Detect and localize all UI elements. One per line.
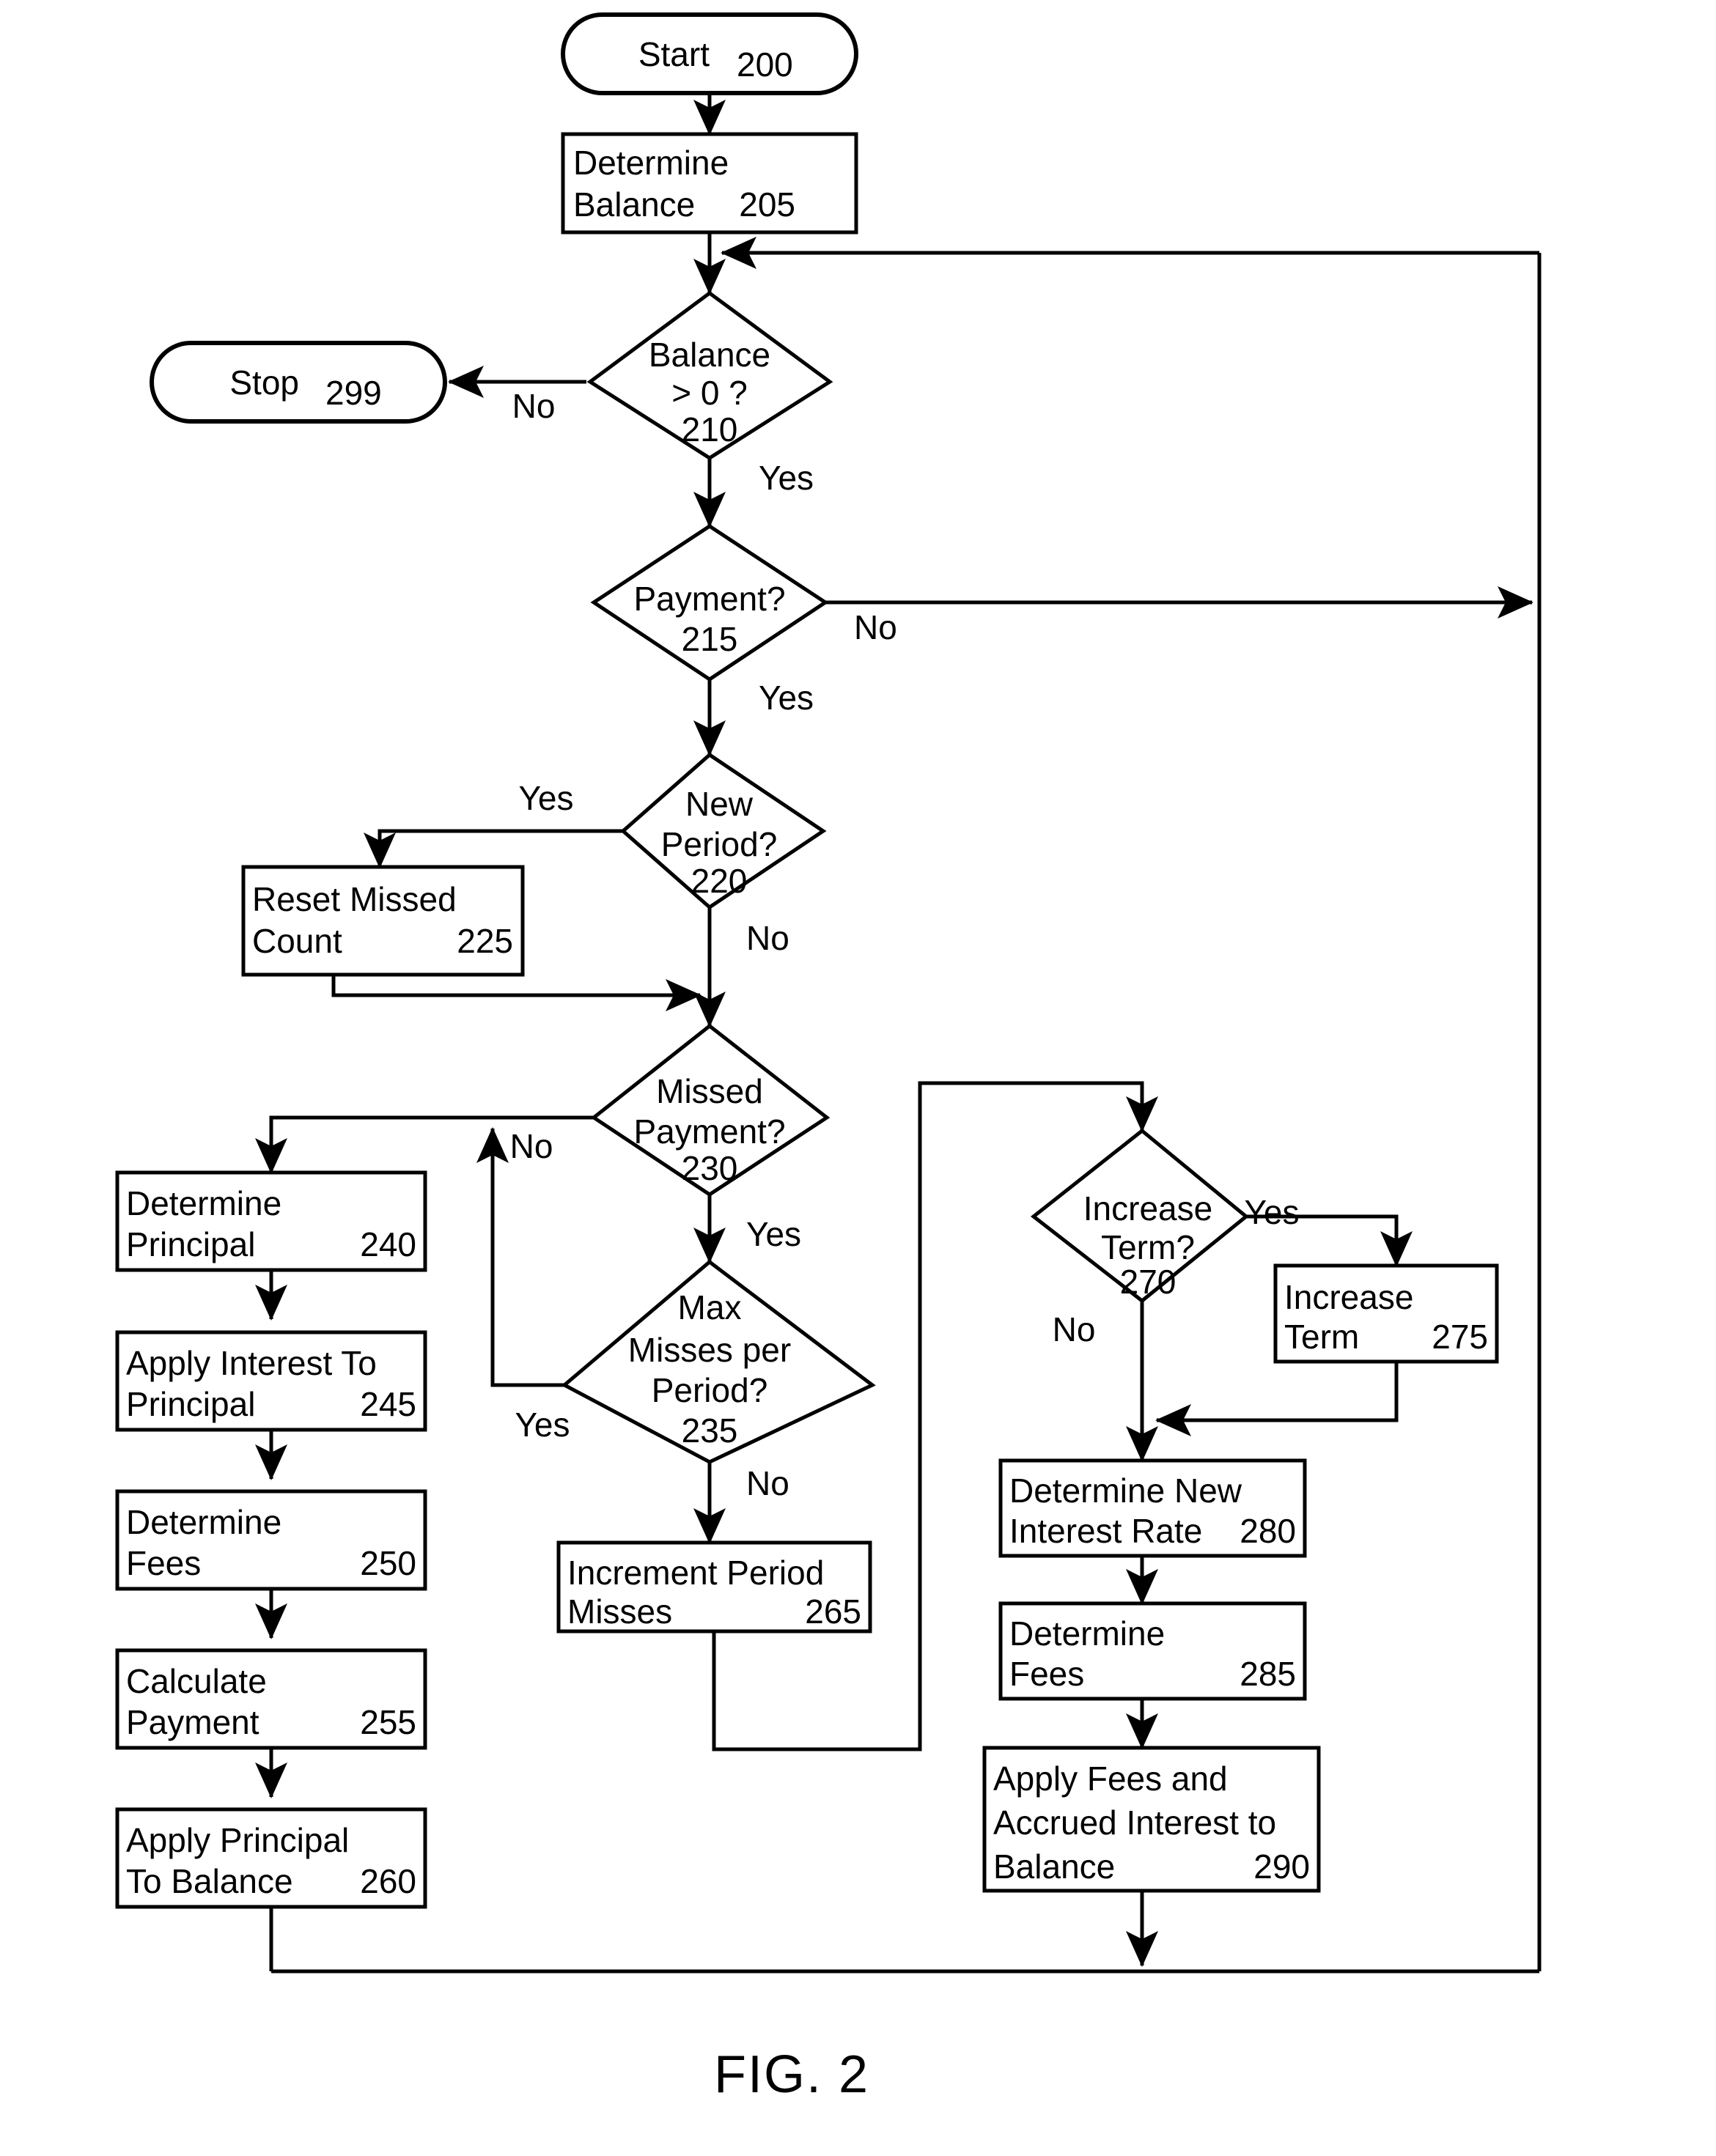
increment-period-misses-line2: Misses bbox=[567, 1592, 672, 1631]
node-determine-new-rate: Determine New Interest Rate 280 bbox=[998, 1458, 1307, 1558]
increase-term-line1: Increase bbox=[1284, 1278, 1413, 1316]
apply-fees-line2: Accrued Interest to bbox=[993, 1804, 1276, 1842]
increment-period-misses-ref: 265 bbox=[805, 1592, 861, 1631]
missed-payment-ref: 230 bbox=[682, 1149, 738, 1187]
max-misses-line3: Period? bbox=[652, 1371, 768, 1409]
node-balance-gt-zero: Balance > 0 ? 210 bbox=[586, 290, 833, 460]
determine-fees-250-line1: Determine bbox=[126, 1503, 281, 1541]
determine-new-rate-line1: Determine New bbox=[1009, 1472, 1242, 1510]
node-missed-payment: Missed Payment? 230 bbox=[590, 1023, 831, 1197]
connector-layer bbox=[255, 93, 1542, 1974]
increase-term-q-ref: 270 bbox=[1120, 1263, 1176, 1301]
new-period-line2: Period? bbox=[661, 825, 778, 863]
max-misses-line2: Misses per bbox=[628, 1331, 791, 1369]
node-increment-period-misses: Increment Period Misses 265 bbox=[556, 1540, 872, 1633]
payment-decision-line1: Payment? bbox=[633, 580, 785, 618]
label-220-no: No bbox=[746, 919, 789, 957]
node-new-period: New Period? 220 bbox=[620, 752, 827, 910]
reset-missed-count-ref: 225 bbox=[457, 922, 513, 960]
label-210-yes: Yes bbox=[759, 459, 814, 497]
apply-principal-line1: Apply Principal bbox=[126, 1821, 349, 1859]
label-230-no: No bbox=[510, 1127, 553, 1165]
stop-label: Stop bbox=[229, 363, 299, 402]
missed-payment-line1: Missed bbox=[656, 1072, 763, 1110]
label-215-no: No bbox=[854, 608, 897, 646]
stop-ref: 299 bbox=[325, 374, 382, 412]
balance-decision-line2: > 0 ? bbox=[671, 374, 748, 412]
label-215-yes: Yes bbox=[759, 679, 814, 717]
calculate-payment-line1: Calculate bbox=[126, 1662, 267, 1700]
node-determine-fees-285: Determine Fees 285 bbox=[998, 1601, 1307, 1701]
new-period-line1: New bbox=[685, 785, 754, 823]
figure-label: FIG. 2 bbox=[714, 2045, 869, 2104]
edge-275-merge bbox=[1155, 1362, 1399, 1436]
balance-decision-line1: Balance bbox=[649, 336, 770, 374]
apply-fees-line1: Apply Fees and bbox=[993, 1760, 1228, 1798]
calculate-payment-line2: Payment bbox=[126, 1703, 259, 1741]
start-ref: 200 bbox=[737, 45, 793, 84]
increase-term-ref: 275 bbox=[1432, 1318, 1488, 1356]
node-determine-principal: Determine Principal 240 bbox=[115, 1170, 427, 1272]
apply-interest-line2: Principal bbox=[126, 1385, 255, 1423]
determine-new-rate-line2: Interest Rate bbox=[1009, 1512, 1202, 1550]
determine-fees-250-ref: 250 bbox=[360, 1544, 416, 1582]
apply-fees-line3: Balance bbox=[993, 1847, 1115, 1886]
reset-missed-count-line1: Reset Missed bbox=[252, 880, 457, 918]
label-270-no: No bbox=[1053, 1310, 1096, 1348]
node-apply-principal: Apply Principal To Balance 260 bbox=[115, 1807, 427, 1909]
label-220-yes: Yes bbox=[518, 779, 573, 817]
start-terminator-shape bbox=[561, 12, 858, 95]
edge-235-yes-to-240-rail bbox=[476, 1126, 564, 1387]
calculate-payment-ref: 255 bbox=[360, 1703, 416, 1741]
start-label: Start bbox=[638, 35, 710, 73]
apply-principal-ref: 260 bbox=[360, 1862, 416, 1900]
label-230-yes: Yes bbox=[746, 1215, 801, 1253]
determine-fees-250-line2: Fees bbox=[126, 1544, 201, 1582]
determine-principal-line2: Principal bbox=[126, 1225, 255, 1263]
node-reset-missed-count: Reset Missed Count 225 bbox=[241, 865, 525, 977]
max-misses-ref: 235 bbox=[682, 1411, 738, 1450]
determine-principal-line1: Determine bbox=[126, 1184, 281, 1222]
determine-balance-line1: Determine bbox=[573, 144, 729, 182]
node-calculate-payment: Calculate Payment 255 bbox=[115, 1648, 427, 1750]
reset-missed-count-line2: Count bbox=[252, 922, 342, 960]
flowchart-figure: Start 200 Determine Balance 205 Balance … bbox=[115, 12, 1542, 2104]
new-period-ref: 220 bbox=[691, 862, 748, 900]
payment-decision-ref: 215 bbox=[682, 620, 738, 658]
node-apply-interest: Apply Interest To Principal 245 bbox=[115, 1330, 427, 1432]
increase-term-line2: Term bbox=[1284, 1318, 1359, 1356]
label-235-no: No bbox=[746, 1464, 789, 1502]
edge-225-to-230 bbox=[331, 975, 702, 1011]
missed-payment-line2: Payment? bbox=[633, 1112, 785, 1151]
determine-fees-285-ref: 285 bbox=[1240, 1655, 1296, 1693]
increase-term-q-line2: Term? bbox=[1101, 1228, 1195, 1266]
determine-new-rate-ref: 280 bbox=[1240, 1512, 1296, 1550]
node-start: Start 200 bbox=[561, 12, 858, 95]
node-increase-term: Increase Term 275 bbox=[1273, 1263, 1499, 1364]
max-misses-line1: Max bbox=[678, 1288, 742, 1326]
apply-interest-line1: Apply Interest To bbox=[126, 1344, 377, 1382]
apply-principal-line2: To Balance bbox=[126, 1862, 293, 1900]
node-apply-fees: Apply Fees and Accrued Interest to Balan… bbox=[982, 1746, 1321, 1893]
label-210-no: No bbox=[512, 387, 556, 425]
node-determine-fees-250: Determine Fees 250 bbox=[115, 1489, 427, 1591]
balance-decision-ref: 210 bbox=[682, 410, 738, 448]
node-max-misses: Max Misses per Period? 235 bbox=[561, 1259, 876, 1464]
node-stop: Stop 299 bbox=[150, 341, 447, 424]
determine-principal-ref: 240 bbox=[360, 1225, 416, 1263]
node-determine-balance: Determine Balance 205 bbox=[561, 132, 858, 235]
edge-220-yes-to-225 bbox=[364, 829, 623, 869]
apply-interest-ref: 245 bbox=[360, 1385, 416, 1423]
apply-fees-ref: 290 bbox=[1253, 1847, 1310, 1886]
node-increase-term-decision: Increase Term? 270 bbox=[1030, 1128, 1249, 1304]
determine-balance-ref: 205 bbox=[739, 185, 795, 224]
label-270-yes: Yes bbox=[1244, 1193, 1299, 1231]
determine-fees-285-line2: Fees bbox=[1009, 1655, 1084, 1693]
determine-balance-line2: Balance bbox=[573, 185, 695, 224]
node-payment: Payment? 215 bbox=[590, 524, 829, 682]
increase-term-q-line1: Increase bbox=[1083, 1189, 1212, 1227]
increment-period-misses-line1: Increment Period bbox=[567, 1554, 824, 1592]
label-235-yes: Yes bbox=[515, 1406, 570, 1444]
determine-fees-285-line1: Determine bbox=[1009, 1614, 1165, 1653]
